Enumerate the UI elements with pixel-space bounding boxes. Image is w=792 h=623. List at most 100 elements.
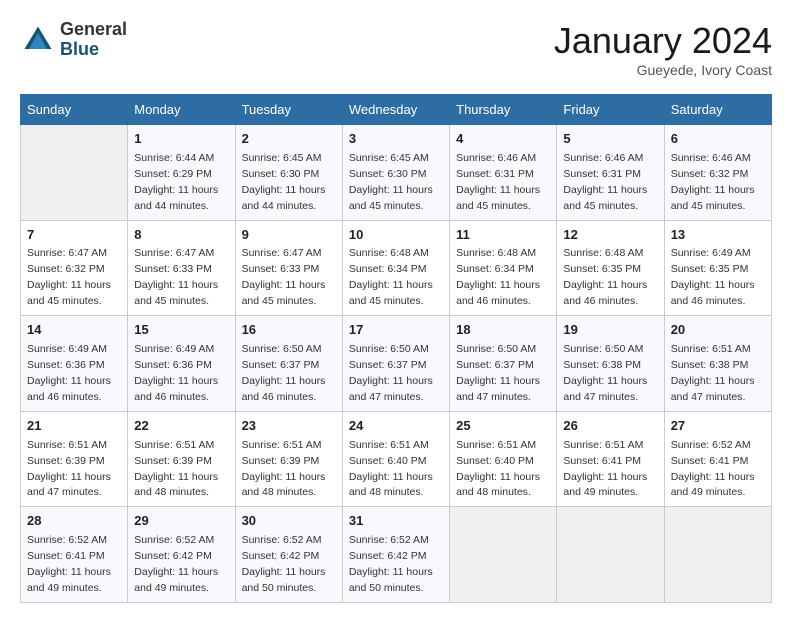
day-number: 30	[242, 512, 336, 531]
day-info: Sunrise: 6:51 AMSunset: 6:39 PMDaylight:…	[134, 439, 218, 499]
calendar-cell: 24 Sunrise: 6:51 AMSunset: 6:40 PMDaylig…	[342, 411, 449, 507]
day-number: 13	[671, 226, 765, 245]
calendar-cell: 22 Sunrise: 6:51 AMSunset: 6:39 PMDaylig…	[128, 411, 235, 507]
day-info: Sunrise: 6:45 AMSunset: 6:30 PMDaylight:…	[349, 152, 433, 212]
logo: General Blue	[20, 20, 127, 60]
day-number: 20	[671, 321, 765, 340]
day-number: 31	[349, 512, 443, 531]
day-number: 23	[242, 417, 336, 436]
calendar-cell: 15 Sunrise: 6:49 AMSunset: 6:36 PMDaylig…	[128, 316, 235, 412]
calendar-cell: 23 Sunrise: 6:51 AMSunset: 6:39 PMDaylig…	[235, 411, 342, 507]
month-title: January 2024	[554, 20, 772, 62]
calendar-cell: 4 Sunrise: 6:46 AMSunset: 6:31 PMDayligh…	[450, 125, 557, 221]
calendar-cell: 12 Sunrise: 6:48 AMSunset: 6:35 PMDaylig…	[557, 220, 664, 316]
day-info: Sunrise: 6:49 AMSunset: 6:36 PMDaylight:…	[27, 343, 111, 403]
day-info: Sunrise: 6:51 AMSunset: 6:39 PMDaylight:…	[242, 439, 326, 499]
calendar-cell: 6 Sunrise: 6:46 AMSunset: 6:32 PMDayligh…	[664, 125, 771, 221]
header-day-monday: Monday	[128, 95, 235, 125]
day-info: Sunrise: 6:46 AMSunset: 6:31 PMDaylight:…	[563, 152, 647, 212]
day-info: Sunrise: 6:52 AMSunset: 6:41 PMDaylight:…	[27, 534, 111, 594]
day-number: 12	[563, 226, 657, 245]
day-info: Sunrise: 6:52 AMSunset: 6:41 PMDaylight:…	[671, 439, 755, 499]
day-info: Sunrise: 6:48 AMSunset: 6:34 PMDaylight:…	[456, 247, 540, 307]
calendar-cell: 25 Sunrise: 6:51 AMSunset: 6:40 PMDaylig…	[450, 411, 557, 507]
day-number: 22	[134, 417, 228, 436]
calendar-cell: 8 Sunrise: 6:47 AMSunset: 6:33 PMDayligh…	[128, 220, 235, 316]
calendar-cell: 9 Sunrise: 6:47 AMSunset: 6:33 PMDayligh…	[235, 220, 342, 316]
day-info: Sunrise: 6:50 AMSunset: 6:37 PMDaylight:…	[242, 343, 326, 403]
day-number: 17	[349, 321, 443, 340]
calendar-cell: 14 Sunrise: 6:49 AMSunset: 6:36 PMDaylig…	[21, 316, 128, 412]
calendar-cell: 16 Sunrise: 6:50 AMSunset: 6:37 PMDaylig…	[235, 316, 342, 412]
calendar-cell: 1 Sunrise: 6:44 AMSunset: 6:29 PMDayligh…	[128, 125, 235, 221]
calendar-cell: 10 Sunrise: 6:48 AMSunset: 6:34 PMDaylig…	[342, 220, 449, 316]
day-info: Sunrise: 6:48 AMSunset: 6:34 PMDaylight:…	[349, 247, 433, 307]
header-day-sunday: Sunday	[21, 95, 128, 125]
day-number: 16	[242, 321, 336, 340]
day-number: 8	[134, 226, 228, 245]
day-info: Sunrise: 6:47 AMSunset: 6:33 PMDaylight:…	[242, 247, 326, 307]
week-row-1: 1 Sunrise: 6:44 AMSunset: 6:29 PMDayligh…	[21, 125, 772, 221]
calendar-cell: 20 Sunrise: 6:51 AMSunset: 6:38 PMDaylig…	[664, 316, 771, 412]
day-info: Sunrise: 6:52 AMSunset: 6:42 PMDaylight:…	[349, 534, 433, 594]
logo-text: General Blue	[60, 20, 127, 60]
calendar-cell: 27 Sunrise: 6:52 AMSunset: 6:41 PMDaylig…	[664, 411, 771, 507]
calendar-cell: 5 Sunrise: 6:46 AMSunset: 6:31 PMDayligh…	[557, 125, 664, 221]
logo-general: General	[60, 19, 127, 39]
day-info: Sunrise: 6:52 AMSunset: 6:42 PMDaylight:…	[242, 534, 326, 594]
day-info: Sunrise: 6:51 AMSunset: 6:41 PMDaylight:…	[563, 439, 647, 499]
day-number: 28	[27, 512, 121, 531]
week-row-4: 21 Sunrise: 6:51 AMSunset: 6:39 PMDaylig…	[21, 411, 772, 507]
day-info: Sunrise: 6:45 AMSunset: 6:30 PMDaylight:…	[242, 152, 326, 212]
calendar-cell: 21 Sunrise: 6:51 AMSunset: 6:39 PMDaylig…	[21, 411, 128, 507]
day-info: Sunrise: 6:51 AMSunset: 6:39 PMDaylight:…	[27, 439, 111, 499]
day-number: 19	[563, 321, 657, 340]
logo-icon	[20, 22, 56, 58]
day-info: Sunrise: 6:51 AMSunset: 6:38 PMDaylight:…	[671, 343, 755, 403]
day-number: 14	[27, 321, 121, 340]
calendar-cell: 26 Sunrise: 6:51 AMSunset: 6:41 PMDaylig…	[557, 411, 664, 507]
header-row: SundayMondayTuesdayWednesdayThursdayFrid…	[21, 95, 772, 125]
day-info: Sunrise: 6:49 AMSunset: 6:36 PMDaylight:…	[134, 343, 218, 403]
day-number: 27	[671, 417, 765, 436]
calendar-cell	[21, 125, 128, 221]
logo-blue: Blue	[60, 39, 99, 59]
calendar-cell: 29 Sunrise: 6:52 AMSunset: 6:42 PMDaylig…	[128, 507, 235, 603]
calendar-table: SundayMondayTuesdayWednesdayThursdayFrid…	[20, 94, 772, 603]
week-row-5: 28 Sunrise: 6:52 AMSunset: 6:41 PMDaylig…	[21, 507, 772, 603]
day-info: Sunrise: 6:52 AMSunset: 6:42 PMDaylight:…	[134, 534, 218, 594]
day-info: Sunrise: 6:49 AMSunset: 6:35 PMDaylight:…	[671, 247, 755, 307]
day-info: Sunrise: 6:48 AMSunset: 6:35 PMDaylight:…	[563, 247, 647, 307]
day-number: 29	[134, 512, 228, 531]
calendar-cell	[557, 507, 664, 603]
calendar-cell: 17 Sunrise: 6:50 AMSunset: 6:37 PMDaylig…	[342, 316, 449, 412]
calendar-cell: 3 Sunrise: 6:45 AMSunset: 6:30 PMDayligh…	[342, 125, 449, 221]
calendar-cell: 18 Sunrise: 6:50 AMSunset: 6:37 PMDaylig…	[450, 316, 557, 412]
day-info: Sunrise: 6:50 AMSunset: 6:37 PMDaylight:…	[456, 343, 540, 403]
calendar-cell: 13 Sunrise: 6:49 AMSunset: 6:35 PMDaylig…	[664, 220, 771, 316]
header-day-friday: Friday	[557, 95, 664, 125]
calendar-cell: 28 Sunrise: 6:52 AMSunset: 6:41 PMDaylig…	[21, 507, 128, 603]
calendar-cell	[450, 507, 557, 603]
calendar-cell	[664, 507, 771, 603]
header-day-wednesday: Wednesday	[342, 95, 449, 125]
day-number: 24	[349, 417, 443, 436]
title-block: January 2024 Gueyede, Ivory Coast	[554, 20, 772, 78]
day-number: 2	[242, 130, 336, 149]
location-subtitle: Gueyede, Ivory Coast	[554, 62, 772, 78]
day-info: Sunrise: 6:46 AMSunset: 6:31 PMDaylight:…	[456, 152, 540, 212]
header-day-thursday: Thursday	[450, 95, 557, 125]
day-info: Sunrise: 6:50 AMSunset: 6:38 PMDaylight:…	[563, 343, 647, 403]
day-number: 5	[563, 130, 657, 149]
header-day-saturday: Saturday	[664, 95, 771, 125]
day-info: Sunrise: 6:47 AMSunset: 6:33 PMDaylight:…	[134, 247, 218, 307]
day-number: 18	[456, 321, 550, 340]
week-row-2: 7 Sunrise: 6:47 AMSunset: 6:32 PMDayligh…	[21, 220, 772, 316]
calendar-cell: 30 Sunrise: 6:52 AMSunset: 6:42 PMDaylig…	[235, 507, 342, 603]
day-number: 26	[563, 417, 657, 436]
day-number: 21	[27, 417, 121, 436]
day-number: 7	[27, 226, 121, 245]
page-header: General Blue January 2024 Gueyede, Ivory…	[20, 20, 772, 78]
day-number: 4	[456, 130, 550, 149]
calendar-cell: 31 Sunrise: 6:52 AMSunset: 6:42 PMDaylig…	[342, 507, 449, 603]
